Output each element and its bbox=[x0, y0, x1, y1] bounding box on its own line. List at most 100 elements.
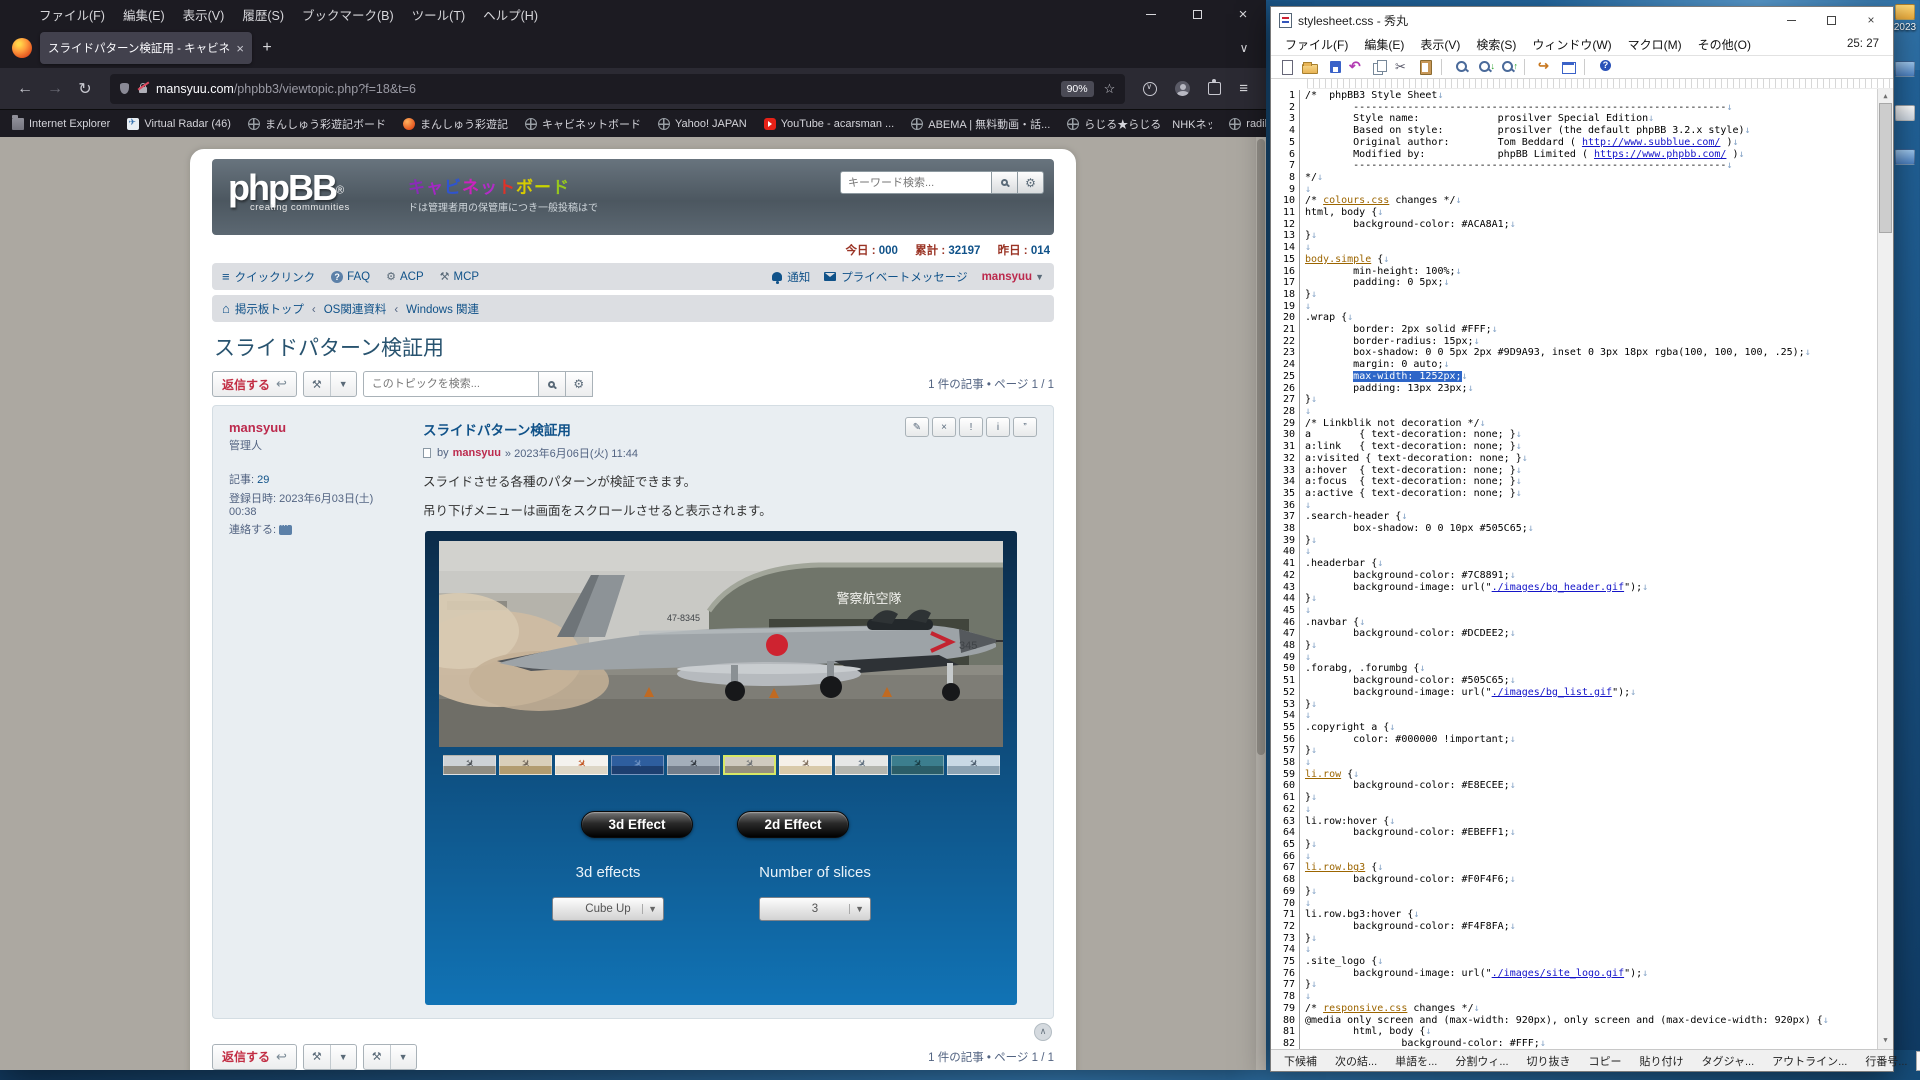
code-line-81[interactable]: 81 html, body {↓ bbox=[1271, 1026, 1877, 1038]
code-line-42[interactable]: 42 background-color: #7C8891;↓ bbox=[1271, 570, 1877, 582]
code-line-1[interactable]: 1/* phpBB3 Style Sheet↓ bbox=[1271, 90, 1877, 102]
pagination[interactable]: 1 件の記事 • ページ 1 / 1 bbox=[928, 1049, 1054, 1065]
desktop-shortcut[interactable] bbox=[1890, 105, 1920, 121]
menu-item[interactable]: 検索(S) bbox=[1468, 36, 1524, 53]
code-line-10[interactable]: 10/* colours.css changes */↓ bbox=[1271, 195, 1877, 207]
code-line-2[interactable]: 2 --------------------------------------… bbox=[1271, 102, 1877, 114]
pm-bubble-icon[interactable] bbox=[279, 525, 292, 535]
code-line-17[interactable]: 17 padding: 0 5px;↓ bbox=[1271, 277, 1877, 289]
code-line-4[interactable]: 4 Based on style: prosilver (the default… bbox=[1271, 125, 1877, 137]
code-line-57[interactable]: 57}↓ bbox=[1271, 745, 1877, 757]
code-line-53[interactable]: 53}↓ bbox=[1271, 699, 1877, 711]
code-line-15[interactable]: 15body.simple {↓ bbox=[1271, 254, 1877, 266]
slide-thumbnail-1[interactable]: ✈ bbox=[443, 755, 496, 775]
bookmark-item[interactable]: Yahoo! JAPAN bbox=[658, 118, 747, 130]
code-line-36[interactable]: 36↓ bbox=[1271, 500, 1877, 512]
bookmark-item[interactable]: ABEMA | 無料動画・話... bbox=[911, 116, 1050, 132]
code-line-34[interactable]: 34a:focus { text-decoration: none; }↓ bbox=[1271, 476, 1877, 488]
function-key-button[interactable]: コピー bbox=[1580, 1053, 1631, 1069]
menu-item[interactable]: 履歴(S) bbox=[233, 0, 293, 28]
pm-link[interactable]: プライベートメッセージ bbox=[824, 269, 967, 285]
code-line-79[interactable]: 79/* responsive.css changes */↓ bbox=[1271, 1003, 1877, 1015]
search-icon[interactable] bbox=[1454, 59, 1470, 75]
menu-item[interactable]: 表示(V) bbox=[174, 0, 234, 28]
code-line-7[interactable]: 7 --------------------------------------… bbox=[1271, 160, 1877, 172]
code-line-9[interactable]: 9↓ bbox=[1271, 184, 1877, 196]
code-line-28[interactable]: 28↓ bbox=[1271, 406, 1877, 418]
code-line-29[interactable]: 29/* Linkblik not decoration */↓ bbox=[1271, 418, 1877, 430]
code-line-31[interactable]: 31a:link { text-decoration: none; }↓ bbox=[1271, 441, 1877, 453]
chevron-down-icon[interactable]: ▼ bbox=[330, 1045, 356, 1069]
breadcrumb-link[interactable]: OS関連資料 bbox=[304, 301, 386, 317]
info-icon[interactable]: i bbox=[986, 417, 1010, 437]
slices-select[interactable]: 3▼ bbox=[759, 897, 871, 921]
reply-button[interactable]: 返信する↩ bbox=[212, 1044, 297, 1070]
code-line-23[interactable]: 23 box-shadow: 0 0 5px 2px #9D9A93, inse… bbox=[1271, 347, 1877, 359]
code-line-3[interactable]: 3 Style name: prosilver Special Edition↓ bbox=[1271, 113, 1877, 125]
insecure-lock-icon[interactable] bbox=[139, 87, 147, 93]
code-line-80[interactable]: 80@media only screen and (max-width: 920… bbox=[1271, 1015, 1877, 1027]
menu-item[interactable]: その他(O) bbox=[1690, 36, 1759, 53]
slide-thumbnail-5[interactable]: ✈ bbox=[667, 755, 720, 775]
code-line-64[interactable]: 64 background-color: #EBEFF1;↓ bbox=[1271, 827, 1877, 839]
split-window-icon[interactable] bbox=[1560, 59, 1576, 75]
code-line-78[interactable]: 78↓ bbox=[1271, 991, 1877, 1003]
forward-button[interactable]: → bbox=[40, 80, 70, 98]
chevron-down-icon[interactable]: ▼ bbox=[330, 372, 356, 396]
quote-icon[interactable]: ” bbox=[1013, 417, 1037, 437]
menu-item[interactable]: 表示(V) bbox=[1412, 36, 1468, 53]
code-line-59[interactable]: 59li.row {↓ bbox=[1271, 769, 1877, 781]
code-line-8[interactable]: 8*/↓ bbox=[1271, 172, 1877, 184]
function-key-button[interactable]: 下候補 bbox=[1275, 1053, 1326, 1069]
user-menu[interactable]: mansyuu▼ bbox=[982, 271, 1044, 283]
menu-item[interactable]: ファイル(F) bbox=[30, 0, 114, 28]
faq-link[interactable]: ?FAQ bbox=[331, 271, 370, 283]
menu-item[interactable]: ツール(T) bbox=[403, 0, 474, 28]
tag-jump-icon[interactable] bbox=[1537, 59, 1553, 75]
tab-close-icon[interactable]: × bbox=[236, 41, 244, 56]
poster-username[interactable]: mansyuu bbox=[229, 420, 387, 435]
code-line-30[interactable]: 30a { text-decoration: none; }↓ bbox=[1271, 429, 1877, 441]
bookmark-item[interactable]: まんしゅう彩遊記ボード bbox=[248, 116, 386, 132]
code-line-62[interactable]: 62↓ bbox=[1271, 804, 1877, 816]
mcp-link[interactable]: ⚒MCP bbox=[440, 270, 479, 283]
editor-scrollbar[interactable]: ▲ ▼ bbox=[1877, 89, 1893, 1049]
code-line-61[interactable]: 61}↓ bbox=[1271, 792, 1877, 804]
minimize-button[interactable] bbox=[1771, 9, 1811, 31]
code-line-18[interactable]: 18}↓ bbox=[1271, 289, 1877, 301]
save-icon[interactable] bbox=[1325, 59, 1341, 75]
bookmark-item[interactable]: まんしゅう彩遊記 bbox=[403, 116, 508, 132]
moderator-tools-button[interactable]: ⚒ ▼ bbox=[363, 1044, 417, 1070]
code-line-38[interactable]: 38 box-shadow: 0 0 10px #505C65;↓ bbox=[1271, 523, 1877, 535]
advanced-search-button[interactable]: ⚙ bbox=[1018, 171, 1044, 194]
topic-tools-button[interactable]: ⚒ ▼ bbox=[303, 371, 357, 397]
code-line-77[interactable]: 77}↓ bbox=[1271, 979, 1877, 991]
code-line-14[interactable]: 14↓ bbox=[1271, 242, 1877, 254]
editor-titlebar[interactable]: stylesheet.css - 秀丸 × bbox=[1271, 7, 1893, 33]
pagination[interactable]: 1 件の記事 • ページ 1 / 1 bbox=[928, 376, 1054, 392]
byline-author[interactable]: mansyuu bbox=[453, 447, 501, 459]
new-tab-button[interactable]: + bbox=[252, 39, 282, 57]
slide-thumbnail-9[interactable]: ✈ bbox=[891, 755, 944, 775]
reload-button[interactable]: ↻ bbox=[70, 79, 100, 99]
menu-item[interactable]: 編集(E) bbox=[114, 0, 174, 28]
tracking-shield-icon[interactable] bbox=[120, 83, 129, 94]
slide-thumbnail-8[interactable]: ✈ bbox=[835, 755, 888, 775]
code-line-40[interactable]: 40↓ bbox=[1271, 546, 1877, 558]
edit-icon[interactable]: ✎ bbox=[905, 417, 929, 437]
search-button[interactable] bbox=[992, 171, 1018, 194]
menu-item[interactable]: ウィンドウ(W) bbox=[1524, 36, 1619, 53]
extensions-icon[interactable] bbox=[1208, 82, 1221, 95]
slide-thumbnail-4[interactable]: ✈ bbox=[611, 755, 664, 775]
breadcrumb-link[interactable]: Windows 関連 bbox=[386, 301, 479, 317]
slide-thumbnail-6[interactable]: ✈ bbox=[723, 755, 776, 775]
code-line-39[interactable]: 39}↓ bbox=[1271, 535, 1877, 547]
code-line-49[interactable]: 49↓ bbox=[1271, 652, 1877, 664]
delete-icon[interactable]: × bbox=[932, 417, 956, 437]
report-icon[interactable]: ! bbox=[959, 417, 983, 437]
topic-search-input[interactable] bbox=[363, 371, 539, 397]
desktop-shortcut[interactable] bbox=[1890, 149, 1920, 165]
encoding-indicator[interactable]: 日本語(Shift-JIS) bbox=[1916, 1051, 1920, 1071]
maximize-button[interactable] bbox=[1811, 9, 1851, 31]
desktop-shortcut-2023[interactable]: 2023 bbox=[1890, 4, 1920, 33]
